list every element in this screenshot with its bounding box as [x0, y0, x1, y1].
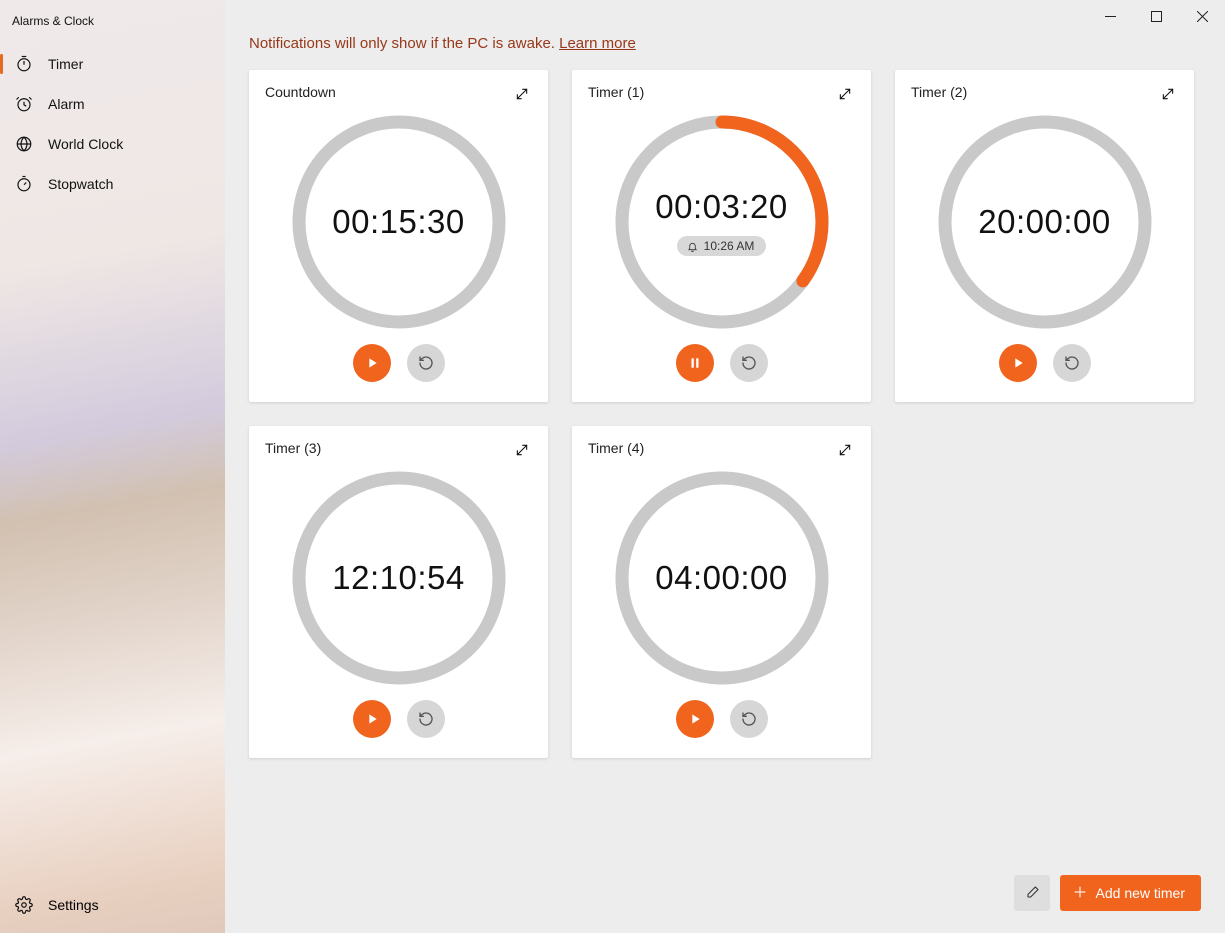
- timer-time: 00:03:20: [655, 188, 787, 226]
- plus-icon: [1072, 884, 1088, 903]
- nav-label: World Clock: [48, 136, 123, 152]
- notification-bar: Notifications will only show if the PC i…: [225, 0, 1225, 62]
- nav-label: Stopwatch: [48, 176, 113, 192]
- timer-finish-time-label: 10:26 AM: [704, 239, 755, 253]
- timer-ring: 00:15:30: [265, 100, 532, 344]
- timer-tile[interactable]: Timer (4) 04:00:00: [572, 426, 871, 758]
- play-button[interactable]: [353, 344, 391, 382]
- bell-icon: [687, 241, 698, 252]
- edit-timers-button[interactable]: [1014, 875, 1050, 911]
- bottom-toolbar: Add new timer: [1014, 875, 1201, 911]
- timer-title: Timer (2): [911, 84, 1178, 100]
- reset-button[interactable]: [407, 344, 445, 382]
- window-maximize-button[interactable]: [1133, 0, 1179, 32]
- play-button[interactable]: [999, 344, 1037, 382]
- nav-item-alarm[interactable]: Alarm: [0, 84, 225, 124]
- window-controls: [1087, 0, 1225, 32]
- timer-tile[interactable]: Timer (2) 20:00:00: [895, 70, 1194, 402]
- reset-button[interactable]: [407, 700, 445, 738]
- timer-controls: [911, 344, 1178, 386]
- pause-button[interactable]: [676, 344, 714, 382]
- timer-ring: 20:00:00: [911, 100, 1178, 344]
- timer-title: Countdown: [265, 84, 532, 100]
- nav-item-world-clock[interactable]: World Clock: [0, 124, 225, 164]
- reset-button[interactable]: [730, 700, 768, 738]
- alarm-icon: [14, 94, 34, 114]
- world-clock-icon: [14, 134, 34, 154]
- timer-time: 12:10:54: [332, 559, 464, 597]
- notification-link[interactable]: Learn more: [559, 35, 636, 52]
- timer-controls: [588, 344, 855, 386]
- timer-icon: [14, 54, 34, 74]
- timer-tile[interactable]: Countdown 00:15:30: [249, 70, 548, 402]
- window-close-button[interactable]: [1179, 0, 1225, 32]
- timer-grid: Countdown 00:15:30 Timer (1) 00:03:20 10:26 …: [225, 62, 1225, 933]
- settings-icon: [14, 895, 34, 915]
- nav-item-stopwatch[interactable]: Stopwatch: [0, 164, 225, 204]
- add-new-timer-button[interactable]: Add new timer: [1060, 875, 1201, 911]
- timer-controls: [265, 700, 532, 742]
- timer-controls: [588, 700, 855, 742]
- reset-button[interactable]: [1053, 344, 1091, 382]
- timer-tile[interactable]: Timer (3) 12:10:54: [249, 426, 548, 758]
- timer-title: Timer (4): [588, 440, 855, 456]
- notification-text: Notifications will only show if the PC i…: [249, 35, 559, 52]
- timer-tile[interactable]: Timer (1) 00:03:20 10:26 AM: [572, 70, 871, 402]
- nav-list: Timer Alarm World Clock Stopwatch: [0, 36, 225, 877]
- nav-label: Alarm: [48, 96, 85, 112]
- sidebar: Alarms & Clock Timer Alarm World Clock Stop…: [0, 0, 225, 933]
- add-new-timer-label: Add new timer: [1096, 885, 1185, 901]
- main-content: Notifications will only show if the PC i…: [225, 0, 1225, 933]
- reset-button[interactable]: [730, 344, 768, 382]
- nav-item-timer[interactable]: Timer: [0, 44, 225, 84]
- play-button[interactable]: [353, 700, 391, 738]
- nav-label: Timer: [48, 56, 83, 72]
- timer-ring: 00:03:20 10:26 AM: [588, 100, 855, 344]
- timer-ring: 04:00:00: [588, 456, 855, 700]
- timer-ring: 12:10:54: [265, 456, 532, 700]
- play-button[interactable]: [676, 700, 714, 738]
- timer-controls: [265, 344, 532, 386]
- nav-item-settings[interactable]: Settings: [0, 877, 225, 933]
- timer-finish-time: 10:26 AM: [677, 236, 767, 256]
- timer-time: 04:00:00: [655, 559, 787, 597]
- stopwatch-icon: [14, 174, 34, 194]
- timer-title: Timer (1): [588, 84, 855, 100]
- timer-time: 00:15:30: [332, 203, 464, 241]
- timer-title: Timer (3): [265, 440, 532, 456]
- nav-label: Settings: [48, 897, 99, 913]
- timer-time: 20:00:00: [978, 203, 1110, 241]
- window-minimize-button[interactable]: [1087, 0, 1133, 32]
- app-title: Alarms & Clock: [0, 0, 225, 36]
